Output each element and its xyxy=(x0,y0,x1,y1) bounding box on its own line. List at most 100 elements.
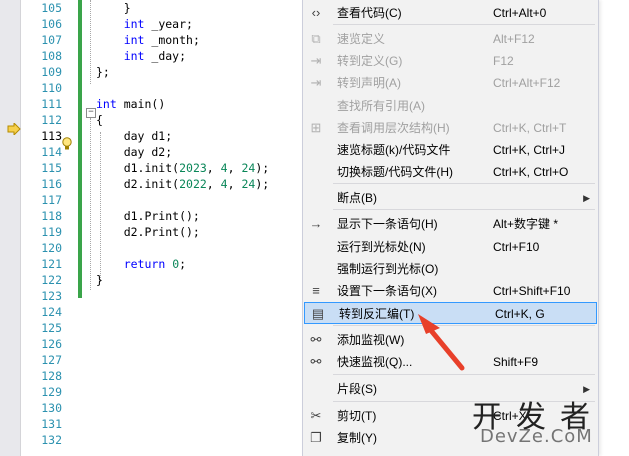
menu-separator xyxy=(333,325,595,326)
line-number: 119 xyxy=(41,225,62,239)
keyword-token: int xyxy=(123,49,145,63)
code-line[interactable]: }; xyxy=(96,64,302,80)
code-token: _day; xyxy=(144,49,187,63)
code-token: day d1; xyxy=(96,129,173,143)
keyword-token: int xyxy=(96,97,117,111)
code-token: d2.Print(); xyxy=(96,225,200,239)
menu-item[interactable]: ‹› 查看代码(C) Ctrl+Alt+0 xyxy=(303,2,598,24)
code-line[interactable]: int _day; xyxy=(96,48,302,64)
line-number: 118 xyxy=(41,209,62,223)
code-token: }; xyxy=(96,65,110,79)
menu-item-label: 转到声明(A) xyxy=(337,76,401,90)
menu-item-label: 添加监视(W) xyxy=(337,333,405,347)
menu-separator xyxy=(333,183,595,184)
go-to-definition-icon: ⇥ xyxy=(310,53,322,68)
menu-item-label: 查看调用层次结构(H) xyxy=(337,121,450,135)
line-number: 109 xyxy=(41,65,62,79)
code-line[interactable]: return 0; xyxy=(96,256,302,272)
menu-item-label: 切换标题/代码文件(H) xyxy=(337,165,453,179)
line-number: 115 xyxy=(41,161,62,175)
menu-item-label: 显示下一条语句(H) xyxy=(337,217,438,231)
code-line[interactable]: { xyxy=(96,112,302,128)
peek-definition-icon: ⧉ xyxy=(311,31,321,46)
menu-item-shortcut: Alt+数字键 * xyxy=(493,217,559,231)
menu-item-shortcut: Ctrl+Alt+0 xyxy=(493,6,547,20)
indicator-margin[interactable] xyxy=(0,0,21,456)
menu-item[interactable]: 速览标题(k)/代码文件 Ctrl+K, Ctrl+J xyxy=(303,139,598,161)
menu-item[interactable]: 运行到光标处(N) Ctrl+F10 xyxy=(303,236,598,258)
code-line[interactable] xyxy=(96,240,302,256)
menu-item-label: 转到反汇编(T) xyxy=(339,307,415,321)
code-line[interactable]: } xyxy=(96,272,302,288)
menu-item-label: 运行到光标处(N) xyxy=(337,240,426,254)
line-number: 124 xyxy=(41,305,62,319)
menu-item[interactable]: ⊞ 查看调用层次结构(H) Ctrl+K, Ctrl+T xyxy=(303,117,598,139)
code-line[interactable]: int main() xyxy=(96,96,302,112)
menu-item-shortcut: Alt+F12 xyxy=(493,32,535,46)
code-line[interactable] xyxy=(96,80,302,96)
menu-item-label: 复制(Y) xyxy=(337,431,377,445)
menu-item[interactable]: ⚯ 快速监视(Q)... Shift+F9 xyxy=(303,351,598,373)
line-number: 131 xyxy=(41,417,62,431)
code-line[interactable]: d1.init(2023, 4, 24); xyxy=(96,160,302,176)
line-number: 127 xyxy=(41,353,62,367)
changed-lines-bar xyxy=(78,0,82,298)
code-line[interactable]: int _year; xyxy=(96,16,302,32)
number-token: 2022 xyxy=(179,177,207,191)
code-line[interactable] xyxy=(96,192,302,208)
menu-item-label: 快速监视(Q)... xyxy=(337,355,413,369)
line-number: 111 xyxy=(41,97,62,111)
menu-item[interactable]: ⧉ 速览定义 Alt+F12 xyxy=(303,28,598,50)
lightbulb-icon[interactable] xyxy=(61,137,73,151)
code-line[interactable]: d2.Print(); xyxy=(96,224,302,240)
cut-icon: ✂ xyxy=(310,408,322,423)
menu-item-label: 查看代码(C) xyxy=(337,6,402,20)
line-number: 117 xyxy=(41,193,62,207)
number-token: 24 xyxy=(241,177,256,191)
menu-item[interactable]: 强制运行到光标(O) xyxy=(303,258,598,280)
collapse-main-toggle[interactable]: − xyxy=(86,108,96,118)
line-number: 125 xyxy=(41,321,62,335)
menu-separator xyxy=(333,374,595,375)
menu-item[interactable]: ⇥ 转到声明(A) Ctrl+Alt+F12 xyxy=(303,72,598,94)
line-number: 107 xyxy=(41,33,62,47)
menu-item-shortcut: Ctrl+K, Ctrl+J xyxy=(493,143,566,157)
menu-item[interactable]: 查找所有引用(A) xyxy=(303,95,598,117)
scope-guide xyxy=(90,118,91,290)
menu-item-label: 转到定义(G) xyxy=(337,54,403,68)
menu-item-label: 断点(B) xyxy=(337,191,377,205)
keyword-token: int xyxy=(123,17,145,31)
menu-item[interactable]: 断点(B) ▶ xyxy=(303,187,598,209)
menu-item[interactable]: ▤ 转到反汇编(T) Ctrl+K, G xyxy=(304,302,597,324)
line-number: 128 xyxy=(41,369,62,383)
line-number: 130 xyxy=(41,401,62,415)
menu-item[interactable]: ≡ 设置下一条语句(X) Ctrl+Shift+F10 xyxy=(303,280,598,302)
menu-item[interactable]: → 显示下一条语句(H) Alt+数字键 * xyxy=(303,213,598,235)
line-number: 113 xyxy=(41,129,62,143)
code-token: ); xyxy=(255,177,270,191)
menu-item[interactable]: ⇥ 转到定义(G) F12 xyxy=(303,50,598,72)
code-line[interactable]: int _month; xyxy=(96,32,302,48)
code-line[interactable]: d2.init(2022, 4, 24); xyxy=(96,176,302,192)
code-token: _month; xyxy=(144,33,200,47)
code-text[interactable]: } int _year; int _month; int _day;}; int … xyxy=(96,0,302,288)
code-line[interactable]: } xyxy=(96,0,302,16)
code-line[interactable]: day d1; xyxy=(96,128,302,144)
code-token: , xyxy=(227,161,242,175)
quick-watch-icon: ⚯ xyxy=(310,354,322,369)
go-to-declaration-icon: ⇥ xyxy=(310,75,322,90)
menu-item-shortcut: Ctrl+K, Ctrl+O xyxy=(493,165,569,179)
code-line[interactable]: day d2; xyxy=(96,144,302,160)
menu-separator xyxy=(333,209,595,210)
menu-item[interactable]: ⚯ 添加监视(W) xyxy=(303,329,598,351)
menu-item-label: 速览定义 xyxy=(337,32,386,46)
number-token: 4 xyxy=(220,177,228,191)
code-line[interactable]: d1.Print(); xyxy=(96,208,302,224)
code-token: } xyxy=(96,1,131,15)
menu-item-label: 查找所有引用(A) xyxy=(337,99,425,113)
menu-item[interactable]: 切换标题/代码文件(H) Ctrl+K, Ctrl+O xyxy=(303,161,598,183)
menu-item-label: 片段(S) xyxy=(337,382,377,396)
menu-item-shortcut: Ctrl+F10 xyxy=(493,240,540,254)
